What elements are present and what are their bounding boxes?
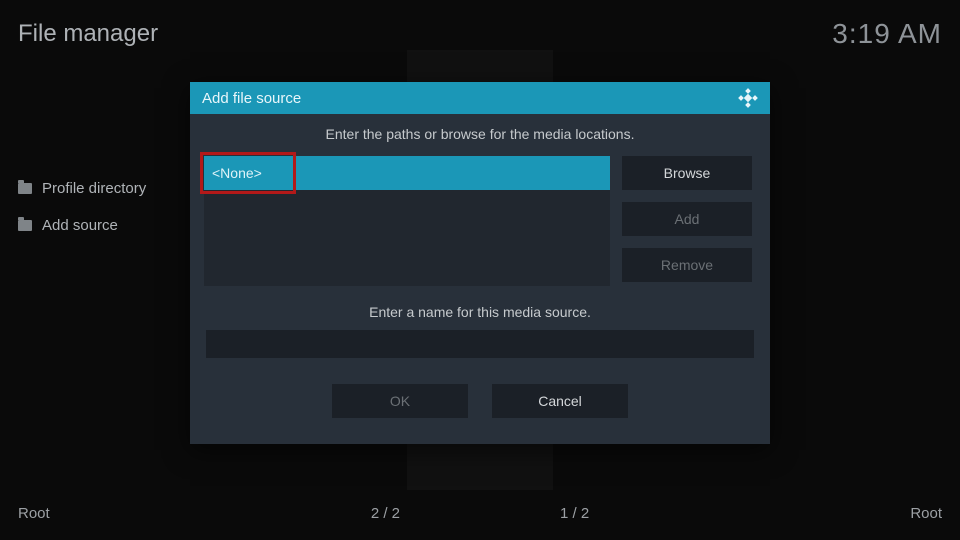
- add-file-source-dialog: Add file source Enter the paths or brows…: [190, 82, 770, 444]
- footer-counter-right: 1 / 2: [560, 505, 589, 522]
- sidebar-item-label: Add source: [42, 217, 118, 234]
- path-row: <None> Browse Add Remove: [204, 156, 756, 286]
- dialog-header: Add file source: [190, 82, 770, 114]
- sidebar: Profile directory Add source: [18, 170, 198, 244]
- footer-left-label: Root: [18, 505, 50, 522]
- name-prompt: Enter a name for this media source.: [204, 304, 756, 320]
- clock: 3:19 AM: [832, 18, 942, 50]
- ok-button[interactable]: OK: [332, 384, 468, 418]
- folder-icon: [18, 220, 32, 231]
- sidebar-item-label: Profile directory: [42, 180, 146, 197]
- dialog-title: Add file source: [202, 90, 301, 107]
- sidebar-item-profile-directory[interactable]: Profile directory: [18, 170, 198, 207]
- sidebar-item-add-source[interactable]: Add source: [18, 207, 198, 244]
- dialog-instruction: Enter the paths or browse for the media …: [204, 126, 756, 142]
- path-side-buttons: Browse Add Remove: [622, 156, 752, 282]
- remove-button[interactable]: Remove: [622, 248, 752, 282]
- path-list[interactable]: <None>: [204, 156, 610, 286]
- cancel-button[interactable]: Cancel: [492, 384, 628, 418]
- dialog-body: Enter the paths or browse for the media …: [190, 114, 770, 444]
- path-list-selected[interactable]: <None>: [204, 156, 610, 190]
- footer-center: 2 / 2 1 / 2: [371, 505, 589, 522]
- page-title: File manager: [18, 20, 158, 48]
- folder-icon: [18, 183, 32, 194]
- source-name-input[interactable]: [206, 330, 754, 358]
- browse-button[interactable]: Browse: [622, 156, 752, 190]
- add-button[interactable]: Add: [622, 202, 752, 236]
- path-value: <None>: [212, 165, 262, 181]
- footer-counter-left: 2 / 2: [371, 505, 400, 522]
- bottom-bar: Root 2 / 2 1 / 2 Root: [18, 505, 942, 522]
- top-bar: File manager 3:19 AM: [18, 18, 942, 50]
- kodi-logo-icon: [738, 88, 758, 108]
- footer-right-label: Root: [910, 505, 942, 522]
- dialog-footer-buttons: OK Cancel: [204, 384, 756, 418]
